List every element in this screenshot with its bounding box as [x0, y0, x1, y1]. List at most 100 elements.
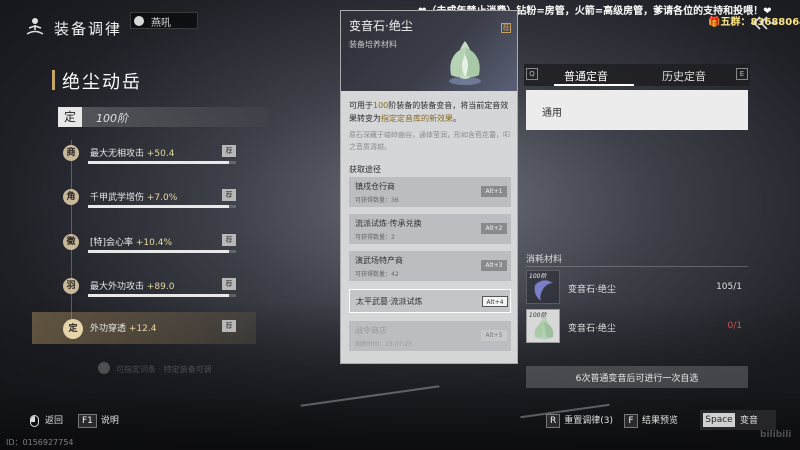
source-refresh: 刷新时间：13:07:23 — [355, 341, 412, 348]
source-name: 镇戍仓行商 — [355, 182, 395, 191]
source-title: 获取途径 — [349, 165, 381, 174]
double-chevron-left-icon[interactable] — [752, 16, 776, 30]
confirm-label: 变音 — [740, 416, 759, 426]
set-accent — [52, 70, 55, 90]
jade-lotus-icon — [449, 41, 481, 85]
slot-badge: 角 — [63, 189, 79, 205]
player-tag[interactable]: 燕吼 — [130, 12, 198, 29]
recommend-tag: 荐 — [222, 320, 236, 332]
material-icon: 100阶 — [526, 309, 560, 343]
tab-normal-tuning[interactable]: 普通定音 — [564, 68, 608, 84]
recommend-tag: 荐 — [222, 278, 236, 290]
key-badge: R — [546, 413, 561, 428]
attr-row[interactable]: 商 最大无相攻击 +50.4 荐 — [58, 142, 238, 172]
source-count: 可获得数量：2 — [355, 234, 395, 241]
slot-badge: 羽 — [63, 278, 79, 294]
attr-progress — [88, 205, 236, 208]
pity-notice: 6次普通变音后可进行一次自选 — [526, 366, 748, 388]
item-type: 装备培养材料 — [349, 40, 397, 49]
tooltip-header: 变音石·绝尘 装备培养材料 荐 — [341, 11, 517, 91]
key-badge: F — [624, 413, 638, 428]
source-item-disabled[interactable]: 战令商店 刷新时间：13:07:23 Alt+5 — [349, 321, 511, 351]
page-title: 装备调律 — [54, 20, 123, 38]
key-badge: F1 — [78, 413, 97, 428]
preview-control[interactable]: F 结果预览 — [624, 413, 678, 429]
slot-badge: 定 — [63, 319, 83, 339]
tab-prev-key[interactable]: Q — [526, 68, 538, 80]
confirm-button[interactable]: Space 变音 — [700, 410, 776, 430]
set-name: 绝尘动岳 — [62, 72, 142, 93]
reset-control[interactable]: R 重置调律(3) — [546, 413, 613, 429]
hotkey-badge: Alt+5 — [481, 330, 507, 341]
attr-value: +50.4 — [146, 149, 175, 159]
attr-row[interactable]: 徵 [特]会心率 +10.4% 荐 — [58, 231, 238, 261]
tab-next-key[interactable]: E — [736, 68, 748, 80]
source-count: 可获得数量：36 — [355, 197, 399, 204]
attr-label: 最大无相攻击 +50.4 — [90, 149, 175, 159]
hotkey-badge: Alt+1 — [481, 186, 507, 197]
material-count: 0/1 — [727, 321, 742, 331]
pool-name: 通用 — [542, 108, 562, 119]
material-tier: 100阶 — [529, 273, 547, 280]
preview-label: 结果预览 — [642, 416, 679, 426]
source-item-selected[interactable]: 太平武墓·流派试炼 Alt+4 — [349, 289, 511, 313]
source-name: 演武场特产商 — [355, 256, 403, 265]
recommend-mark: 荐 — [501, 23, 511, 33]
attr-value: +89.0 — [146, 282, 175, 292]
recommend-tag: 荐 — [222, 145, 236, 157]
user-id: ID：0156927754 — [6, 438, 74, 447]
tab-active-underline — [554, 84, 634, 86]
material-row[interactable]: 100阶 变音石·绝尘 105/1 — [526, 270, 748, 306]
slot-badge: 徵 — [63, 234, 79, 250]
source-count: 可获得数量：42 — [355, 271, 399, 278]
attr-label: [特]会心率 +10.4% — [90, 238, 173, 248]
hotkey-badge: Alt+3 — [481, 260, 507, 271]
meditate-icon — [26, 18, 44, 35]
pity-text: 6次普通变音后可进行一次自选 — [575, 374, 699, 384]
tier-level: 100阶 — [96, 112, 128, 125]
material-count: 105/1 — [716, 282, 742, 292]
slot-badge: 商 — [63, 145, 79, 161]
key-badge: Space — [703, 413, 735, 427]
player-name: 燕吼 — [151, 18, 171, 29]
item-name: 变音石·绝尘 — [349, 19, 413, 33]
material-row[interactable]: 100阶 变音石·绝尘 0/1 — [526, 309, 748, 345]
back-label: 返回 — [45, 416, 64, 426]
source-item[interactable]: 镇戍仓行商 可获得数量：36 Alt+1 — [349, 177, 511, 207]
help-label: 说明 — [100, 416, 119, 426]
tuning-pool[interactable]: 通用 — [526, 90, 748, 130]
divider — [526, 266, 748, 267]
mouse-icon — [30, 414, 39, 427]
attr-value: +12.4 — [128, 324, 157, 334]
attr-progress — [88, 250, 236, 253]
help-control[interactable]: F1 说明 — [78, 413, 119, 429]
tier-row: 定 100阶 — [58, 107, 268, 127]
player-avatar — [134, 16, 144, 26]
attr-row[interactable]: 角 千甲武学增伤 +7.0% 荐 — [58, 186, 238, 216]
item-tooltip: 变音石·绝尘 装备培养材料 荐 可用于100阶装备的装备变音，将当前定音效果转变… — [340, 10, 518, 364]
material-name: 变音石·绝尘 — [568, 324, 616, 334]
materials-title: 消耗材料 — [526, 255, 563, 265]
watermark: bilibili — [760, 430, 792, 440]
material-name: 变音石·绝尘 — [568, 285, 616, 295]
attr-value: +7.0% — [146, 193, 178, 203]
attr-value: +10.4% — [135, 238, 173, 248]
source-name: 流派试炼·传承兑换 — [355, 219, 422, 228]
source-item[interactable]: 演武场特产商 可获得数量：42 Alt+3 — [349, 251, 511, 281]
tab-history-tuning[interactable]: 历史定音 — [662, 68, 706, 84]
item-flavor: 原石深藏于峻岭幽谷，通体莹润，形如含苞花蕾，叩之音质清越。 — [349, 131, 510, 151]
hint-text: 可指定词条 · 特定装备可调 — [116, 365, 212, 374]
reset-label: 重置调律(3) — [564, 416, 614, 426]
source-item[interactable]: 流派试炼·传承兑换 可获得数量：2 Alt+2 — [349, 214, 511, 244]
hotkey-badge: Alt+2 — [481, 223, 507, 234]
back-control[interactable]: 返回 — [30, 413, 63, 429]
attr-row-selected[interactable]: 定 外功穿透 +12.4 荐 — [32, 312, 256, 344]
hint-icon — [98, 362, 110, 374]
source-name: 战令商店 — [355, 326, 387, 335]
recommend-tag: 荐 — [222, 189, 236, 201]
attr-label: 外功穿透 +12.4 — [90, 324, 157, 334]
attr-row[interactable]: 羽 最大外功攻击 +89.0 荐 — [58, 275, 238, 305]
tier-badge: 定 — [58, 107, 82, 127]
material-icon: 100阶 — [526, 270, 560, 304]
recommend-tag: 荐 — [222, 234, 236, 246]
